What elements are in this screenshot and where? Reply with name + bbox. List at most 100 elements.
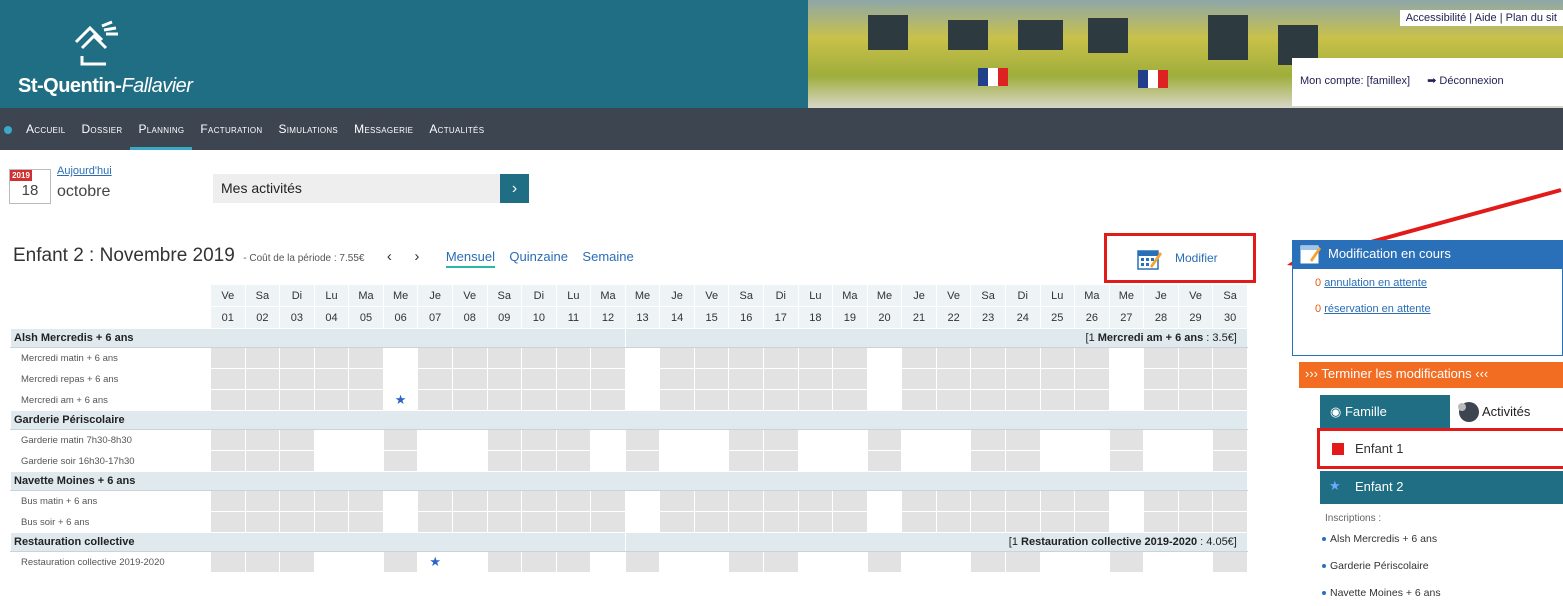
account-link[interactable]: Mon compte: [famillex] — [1300, 75, 1410, 87]
day-slot-available[interactable] — [624, 389, 661, 411]
day-slot-available[interactable] — [797, 450, 834, 472]
day-slot-available[interactable] — [1074, 429, 1110, 451]
nav-messagerie[interactable]: Messagerie — [346, 108, 421, 150]
activities-select[interactable]: Mes activités — [213, 174, 500, 203]
day-slot-available[interactable] — [1108, 511, 1145, 533]
day-slot-available[interactable] — [797, 429, 834, 451]
day-slot-available[interactable] — [866, 490, 903, 512]
day-slot-available[interactable] — [901, 450, 937, 472]
day-slot-available[interactable] — [382, 368, 419, 390]
day-slot-available[interactable] — [382, 511, 419, 533]
day-slot-available[interactable] — [693, 429, 730, 451]
day-slot-available[interactable] — [1143, 551, 1179, 573]
day-slot-available[interactable] — [1108, 347, 1145, 369]
day-slot-available[interactable] — [1074, 551, 1110, 573]
logout-icon[interactable]: ➡ — [1427, 75, 1436, 87]
nav-dossier[interactable]: Dossier — [73, 108, 130, 150]
day-slot-available[interactable] — [659, 551, 695, 573]
day-slot — [382, 429, 419, 451]
day-slot-available[interactable] — [1177, 450, 1214, 472]
nav-actualites[interactable]: Actualités — [421, 108, 492, 150]
child-item-enfant-1[interactable]: Enfant 1 — [1317, 428, 1563, 469]
day-slot-available[interactable] — [313, 429, 350, 451]
day-slot-available[interactable] — [1143, 450, 1179, 472]
day-slot-available[interactable] — [451, 551, 488, 573]
day-slot-available[interactable] — [901, 429, 937, 451]
day-slot-available[interactable] — [1108, 389, 1145, 411]
day-slot-available[interactable] — [797, 551, 834, 573]
day-slot-available[interactable] — [590, 450, 626, 472]
day-slot-available[interactable] — [382, 347, 419, 369]
day-slot-available[interactable] — [624, 511, 661, 533]
modify-button[interactable]: Modifier — [1104, 233, 1256, 283]
day-slot-available[interactable] — [624, 490, 661, 512]
site-logo[interactable]: St-Quentin-Fallavier — [18, 20, 218, 100]
day-slot-available[interactable] — [1108, 368, 1145, 390]
day-slot-available[interactable] — [659, 450, 695, 472]
nav-planning[interactable]: Planning — [130, 108, 193, 150]
day-slot-booked[interactable]: ★ — [417, 551, 453, 573]
cancel-pending-link[interactable]: annulation en attente — [1324, 277, 1427, 289]
tab-activites[interactable]: Activités — [1450, 395, 1563, 429]
day-slot-available[interactable] — [866, 347, 903, 369]
day-slot-available[interactable] — [1177, 429, 1214, 451]
day-slot-available[interactable] — [901, 551, 937, 573]
weekday-cell: Di — [1004, 284, 1041, 307]
view-week-link[interactable]: Semaine — [582, 249, 633, 264]
day-slot-available[interactable] — [693, 551, 730, 573]
sitemap-link[interactable]: Plan du sit — [1506, 12, 1557, 24]
day-slot-available[interactable] — [832, 450, 868, 472]
day-slot-available[interactable] — [590, 429, 626, 451]
day-slot-available[interactable] — [417, 450, 453, 472]
prev-period-button[interactable]: ‹ — [387, 248, 392, 265]
day-slot — [313, 347, 350, 369]
help-link[interactable]: Aide — [1475, 12, 1497, 24]
day-slot-available[interactable] — [832, 551, 868, 573]
weekday-cell: Sa — [486, 284, 523, 307]
day-slot-available[interactable] — [866, 511, 903, 533]
day-slot-available[interactable] — [659, 429, 695, 451]
day-slot-available[interactable] — [832, 429, 868, 451]
nav-accueil[interactable]: Accueil — [18, 108, 73, 150]
day-slot-available[interactable] — [935, 429, 972, 451]
reservation-pending-link[interactable]: réservation en attente — [1324, 303, 1430, 315]
day-slot-available[interactable] — [1177, 551, 1214, 573]
day-slot-available[interactable] — [313, 551, 350, 573]
day-slot-available[interactable] — [348, 429, 384, 451]
day-slot-available[interactable] — [313, 450, 350, 472]
day-slot-available[interactable] — [417, 429, 453, 451]
today-link[interactable]: Aujourd'hui — [57, 165, 112, 177]
day-slot-available[interactable] — [624, 347, 661, 369]
day-slot-available[interactable] — [866, 368, 903, 390]
day-slot-available[interactable] — [1074, 450, 1110, 472]
next-period-button[interactable]: › — [414, 248, 419, 265]
nav-simulations[interactable]: Simulations — [270, 108, 346, 150]
day-slot-available[interactable] — [348, 551, 384, 573]
day-slot-available[interactable] — [451, 450, 488, 472]
day-slot-available[interactable] — [693, 450, 730, 472]
home-icon[interactable] — [4, 126, 12, 134]
tab-famille[interactable]: ◉ Famille — [1320, 395, 1450, 429]
day-slot-available[interactable] — [1108, 490, 1145, 512]
day-slot-available[interactable] — [1143, 429, 1179, 451]
day-slot-available[interactable] — [382, 490, 419, 512]
day-slot-available[interactable] — [1039, 450, 1076, 472]
view-fortnight-link[interactable]: Quinzaine — [509, 249, 568, 264]
finish-modifications-button[interactable]: ››› Terminer les modifications ‹‹‹ — [1299, 362, 1563, 388]
day-slot-available[interactable] — [590, 551, 626, 573]
day-slot-available[interactable] — [866, 389, 903, 411]
day-slot-available[interactable] — [935, 450, 972, 472]
day-slot-booked[interactable]: ★ — [382, 389, 419, 411]
day-slot-available[interactable] — [1039, 551, 1076, 573]
day-slot-available[interactable] — [451, 429, 488, 451]
day-slot-available[interactable] — [624, 368, 661, 390]
view-monthly-link[interactable]: Mensuel — [445, 249, 495, 268]
activities-go-button[interactable]: › — [500, 174, 529, 203]
child-item-enfant-2[interactable]: ★ Enfant 2 — [1320, 471, 1563, 504]
day-slot-available[interactable] — [348, 450, 384, 472]
accessibility-link[interactable]: Accessibilité — [1406, 12, 1467, 24]
logout-link[interactable]: Déconnexion — [1439, 75, 1503, 87]
day-slot-available[interactable] — [935, 551, 972, 573]
nav-facturation[interactable]: Facturation — [192, 108, 270, 150]
day-slot-available[interactable] — [1039, 429, 1076, 451]
